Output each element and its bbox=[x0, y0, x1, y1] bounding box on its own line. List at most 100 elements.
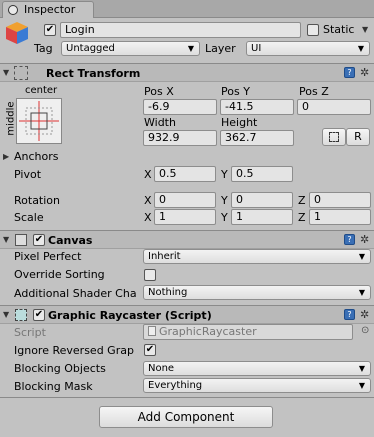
rotation-y-axis-label: Y bbox=[221, 194, 228, 207]
gear-icon[interactable]: ✲ bbox=[360, 309, 371, 320]
scale-label: Scale bbox=[14, 211, 44, 224]
anchor-preset-icon bbox=[19, 101, 59, 141]
scale-y-axis-label: Y bbox=[221, 211, 228, 224]
canvas-enabled-checkbox[interactable]: ✔ bbox=[33, 234, 45, 246]
override-sorting-checkbox[interactable] bbox=[144, 269, 156, 281]
blocking-mask-label: Blocking Mask bbox=[14, 380, 93, 393]
anchors-expand-icon[interactable]: ▶ bbox=[3, 152, 9, 161]
pixel-perfect-dropdown[interactable]: Inherit ▼ bbox=[143, 249, 371, 264]
width-field[interactable]: 932.9 bbox=[143, 130, 217, 146]
layer-value: UI bbox=[251, 43, 262, 54]
scale-x-field[interactable]: 1 bbox=[154, 209, 216, 225]
static-dropdown-icon[interactable]: ▼ bbox=[362, 25, 368, 34]
rotation-label: Rotation bbox=[14, 194, 61, 207]
scale-z-field[interactable]: 1 bbox=[309, 209, 371, 225]
rect-transform-icon bbox=[14, 66, 28, 80]
script-value: GraphicRaycaster bbox=[159, 325, 257, 338]
pos-z-label: Pos Z bbox=[299, 85, 329, 98]
anchor-presets-button[interactable] bbox=[16, 98, 62, 144]
name-field[interactable]: Login bbox=[60, 22, 301, 38]
blocking-mask-dropdown[interactable]: Everything ▼ bbox=[143, 378, 371, 393]
static-label: Static bbox=[323, 23, 355, 36]
scale-y-field[interactable]: 1 bbox=[231, 209, 293, 225]
anchor-horizontal-label: center bbox=[25, 85, 58, 96]
pivot-y-axis-label: Y bbox=[221, 168, 228, 181]
graphic-raycaster-title: Graphic Raycaster (Script) bbox=[48, 309, 212, 322]
script-file-icon bbox=[148, 326, 156, 336]
blocking-objects-dropdown[interactable]: None ▼ bbox=[143, 361, 371, 376]
tab-bar: Inspector bbox=[0, 0, 374, 18]
pos-y-label: Pos Y bbox=[221, 85, 250, 98]
info-icon bbox=[8, 5, 18, 15]
raycaster-enabled-checkbox[interactable]: ✔ bbox=[33, 309, 45, 321]
shader-channels-dropdown[interactable]: Nothing ▼ bbox=[143, 285, 371, 300]
pixel-perfect-value: Inherit bbox=[148, 251, 181, 262]
height-label: Height bbox=[221, 116, 258, 129]
help-icon[interactable]: ? bbox=[344, 234, 355, 245]
chevron-down-icon: ▼ bbox=[357, 44, 364, 53]
canvas-component-icon bbox=[15, 234, 27, 246]
help-icon[interactable]: ? bbox=[344, 67, 355, 78]
ignore-reversed-label: Ignore Reversed Grap bbox=[14, 344, 134, 357]
graphic-raycaster-header[interactable]: ▼ ✔ Graphic Raycaster (Script) ? ✲ bbox=[0, 305, 374, 324]
pivot-x-axis-label: X bbox=[144, 168, 152, 181]
rotation-z-axis-label: Z bbox=[298, 194, 306, 207]
add-component-button[interactable]: Add Component bbox=[99, 406, 273, 428]
pivot-label: Pivot bbox=[14, 168, 42, 181]
chevron-down-icon: ▼ bbox=[187, 44, 194, 53]
pixel-perfect-label: Pixel Perfect bbox=[14, 250, 82, 263]
rotation-z-field[interactable]: 0 bbox=[309, 192, 371, 208]
static-checkbox[interactable] bbox=[307, 24, 319, 36]
blocking-objects-label: Blocking Objects bbox=[14, 362, 106, 375]
scale-x-axis-label: X bbox=[144, 211, 152, 224]
shader-channels-value: Nothing bbox=[148, 287, 188, 298]
ignore-reversed-checkbox[interactable]: ✔ bbox=[144, 344, 156, 356]
blocking-mask-value: Everything bbox=[148, 380, 203, 391]
help-icon[interactable]: ? bbox=[344, 309, 355, 320]
blueprint-mode-button[interactable] bbox=[322, 128, 346, 146]
tab-inspector[interactable]: Inspector bbox=[2, 1, 94, 18]
chevron-down-icon: ▼ bbox=[358, 288, 365, 297]
height-field[interactable]: 362.7 bbox=[220, 130, 294, 146]
pivot-y-field[interactable]: 0.5 bbox=[231, 166, 293, 182]
anchors-label[interactable]: Anchors bbox=[14, 150, 59, 163]
raycaster-component-icon bbox=[15, 309, 27, 321]
rotation-y-field[interactable]: 0 bbox=[231, 192, 293, 208]
shader-channels-label: Additional Shader Cha bbox=[14, 287, 137, 300]
pos-y-field[interactable]: -41.5 bbox=[220, 99, 294, 115]
rotation-x-axis-label: X bbox=[144, 194, 152, 207]
chevron-down-icon: ▼ bbox=[358, 252, 365, 261]
raw-edit-button[interactable]: R bbox=[346, 128, 370, 146]
canvas-title: Canvas bbox=[48, 234, 93, 247]
gameobject-cube-icon bbox=[4, 20, 30, 46]
collapse-arrow-icon[interactable]: ▼ bbox=[3, 310, 9, 319]
tab-label: Inspector bbox=[24, 3, 76, 16]
object-picker-icon[interactable]: ⊙ bbox=[361, 325, 369, 336]
pos-x-label: Pos X bbox=[144, 85, 174, 98]
scale-z-axis-label: Z bbox=[298, 211, 306, 224]
pos-z-field[interactable]: 0 bbox=[297, 99, 371, 115]
chevron-down-icon: ▼ bbox=[358, 364, 365, 373]
pivot-x-field[interactable]: 0.5 bbox=[154, 166, 216, 182]
anchor-vertical-label: middle bbox=[5, 101, 17, 136]
canvas-header[interactable]: ▼ ✔ Canvas ? ✲ bbox=[0, 230, 374, 249]
active-checkbox[interactable]: ✔ bbox=[44, 24, 56, 36]
script-label: Script bbox=[14, 326, 46, 339]
rotation-x-field[interactable]: 0 bbox=[154, 192, 216, 208]
collapse-arrow-icon[interactable]: ▼ bbox=[3, 235, 9, 244]
divider bbox=[0, 397, 374, 398]
blocking-objects-value: None bbox=[148, 363, 175, 374]
rect-transform-header[interactable]: ▼ Rect Transform ? ✲ bbox=[0, 63, 374, 82]
gear-icon[interactable]: ✲ bbox=[360, 67, 371, 78]
script-field[interactable]: GraphicRaycaster bbox=[143, 324, 353, 340]
layer-label: Layer bbox=[205, 42, 236, 55]
rect-transform-title: Rect Transform bbox=[46, 67, 141, 80]
tag-dropdown[interactable]: Untagged ▼ bbox=[61, 41, 200, 56]
pos-x-field[interactable]: -6.9 bbox=[143, 99, 217, 115]
tag-value: Untagged bbox=[66, 43, 115, 54]
blueprint-icon bbox=[329, 132, 339, 142]
layer-dropdown[interactable]: UI ▼ bbox=[246, 41, 370, 56]
gear-icon[interactable]: ✲ bbox=[360, 234, 371, 245]
chevron-down-icon: ▼ bbox=[358, 381, 365, 390]
collapse-arrow-icon[interactable]: ▼ bbox=[3, 68, 9, 77]
